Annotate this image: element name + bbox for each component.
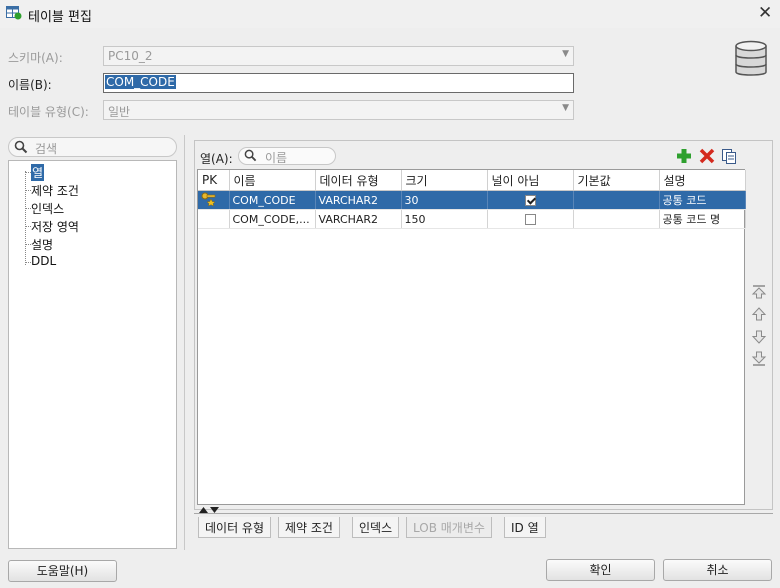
not-null-cell[interactable]	[487, 190, 574, 210]
header-data-type[interactable]: 데이터 유형	[315, 170, 402, 191]
primary-key-icon	[201, 192, 216, 206]
pk-cell[interactable]	[198, 209, 230, 229]
move-to-top-icon[interactable]	[751, 284, 767, 300]
navigator-tree: 열 제약 조건 인덱스 저장 영역 설명 DDL	[8, 160, 177, 549]
name-label: 이름(B):	[8, 78, 52, 92]
schema-value: PC10_2	[108, 49, 153, 63]
pk-cell[interactable]	[198, 190, 230, 210]
splitter[interactable]	[184, 135, 185, 550]
tab-lob-parameters: LOB 매개변수	[406, 517, 492, 538]
header-name[interactable]: 이름	[229, 170, 316, 191]
cell-comment[interactable]: 공통 코드	[659, 190, 746, 210]
title-bar: 테이블 편집 ✕	[0, 0, 780, 28]
name-input-value[interactable]: COM_CODE	[105, 75, 176, 89]
table-header-row: PK 이름 데이터 유형 크기 널이 아님 기본값 설명	[198, 170, 746, 191]
cell-data-type[interactable]: VARCHAR2	[315, 190, 402, 210]
cell-name[interactable]: COM_CODE,...	[229, 209, 316, 229]
navigator-search-input[interactable]: 검색	[8, 137, 177, 157]
table-type-select: 일반 ▼	[103, 100, 574, 120]
table-edit-icon	[6, 6, 22, 20]
not-null-checkbox[interactable]	[524, 214, 536, 225]
move-up-icon[interactable]	[751, 306, 767, 322]
column-search-input[interactable]: 이름	[238, 147, 336, 165]
cell-data-type[interactable]: VARCHAR2	[315, 209, 402, 229]
delete-icon[interactable]	[699, 148, 715, 164]
header-pk[interactable]: PK	[198, 170, 230, 191]
cell-comment[interactable]: 공통 코드 명	[659, 209, 746, 229]
nav-item-ddl[interactable]: DDL	[31, 254, 56, 268]
nav-item-storage[interactable]: 저장 영역	[31, 218, 79, 235]
move-to-bottom-icon[interactable]	[751, 351, 767, 367]
search-icon	[244, 149, 257, 162]
table-type-value: 일반	[108, 105, 131, 119]
chevron-down-icon: ▼	[562, 49, 569, 59]
nav-item-indexes[interactable]: 인덱스	[31, 200, 64, 217]
schema-select: PC10_2 ▼	[103, 46, 574, 66]
column-search-placeholder: 이름	[265, 151, 288, 165]
ok-button[interactable]: 확인	[546, 559, 655, 581]
close-icon[interactable]: ✕	[758, 3, 772, 23]
header-default[interactable]: 기본값	[573, 170, 660, 191]
tab-constraints[interactable]: 제약 조건	[278, 517, 340, 538]
nav-item-columns[interactable]: 열	[31, 164, 45, 181]
nav-item-constraints[interactable]: 제약 조건	[31, 182, 79, 199]
cancel-button[interactable]: 취소	[663, 559, 772, 581]
cell-name[interactable]: COM_CODE	[229, 190, 316, 210]
tab-strip-divider	[194, 513, 773, 514]
database-icon	[735, 40, 767, 76]
nav-item-comment[interactable]: 설명	[31, 236, 53, 253]
add-icon[interactable]	[676, 148, 692, 164]
cell-default[interactable]	[573, 209, 660, 229]
columns-table: PK 이름 데이터 유형 크기 널이 아님 기본값 설명 COM_CODE VA…	[197, 169, 746, 505]
move-down-icon[interactable]	[751, 329, 767, 345]
header-comment[interactable]: 설명	[659, 170, 746, 191]
table-type-label: 테이블 유형(C):	[8, 105, 89, 119]
not-null-cell[interactable]	[487, 209, 574, 229]
table-row[interactable]: COM_CODE,... VARCHAR2 150 공통 코드 명	[198, 209, 746, 229]
columns-label: 열(A):	[200, 152, 233, 166]
cell-default[interactable]	[573, 190, 660, 210]
table-row[interactable]: COM_CODE VARCHAR2 30 공통 코드	[198, 190, 746, 210]
not-null-checkbox[interactable]	[524, 195, 536, 206]
tab-data-type[interactable]: 데이터 유형	[198, 517, 272, 538]
help-button[interactable]: 도움말(H)	[8, 560, 117, 582]
search-icon	[14, 140, 28, 154]
header-size[interactable]: 크기	[401, 170, 488, 191]
header-not-null[interactable]: 널이 아님	[487, 170, 574, 191]
chevron-down-icon: ▼	[562, 103, 569, 113]
window-title: 테이블 편집	[28, 10, 92, 25]
schema-label: 스키마(A):	[8, 51, 63, 65]
name-input[interactable]: COM_CODE	[103, 73, 574, 93]
copy-icon[interactable]	[721, 148, 737, 164]
tab-indexes[interactable]: 인덱스	[352, 517, 400, 538]
cell-size[interactable]: 30	[401, 190, 488, 210]
tree-connector	[25, 171, 26, 265]
tab-identity-column[interactable]: ID 열	[504, 517, 546, 538]
navigator-search-placeholder: 검색	[35, 142, 58, 156]
cell-size[interactable]: 150	[401, 209, 488, 229]
